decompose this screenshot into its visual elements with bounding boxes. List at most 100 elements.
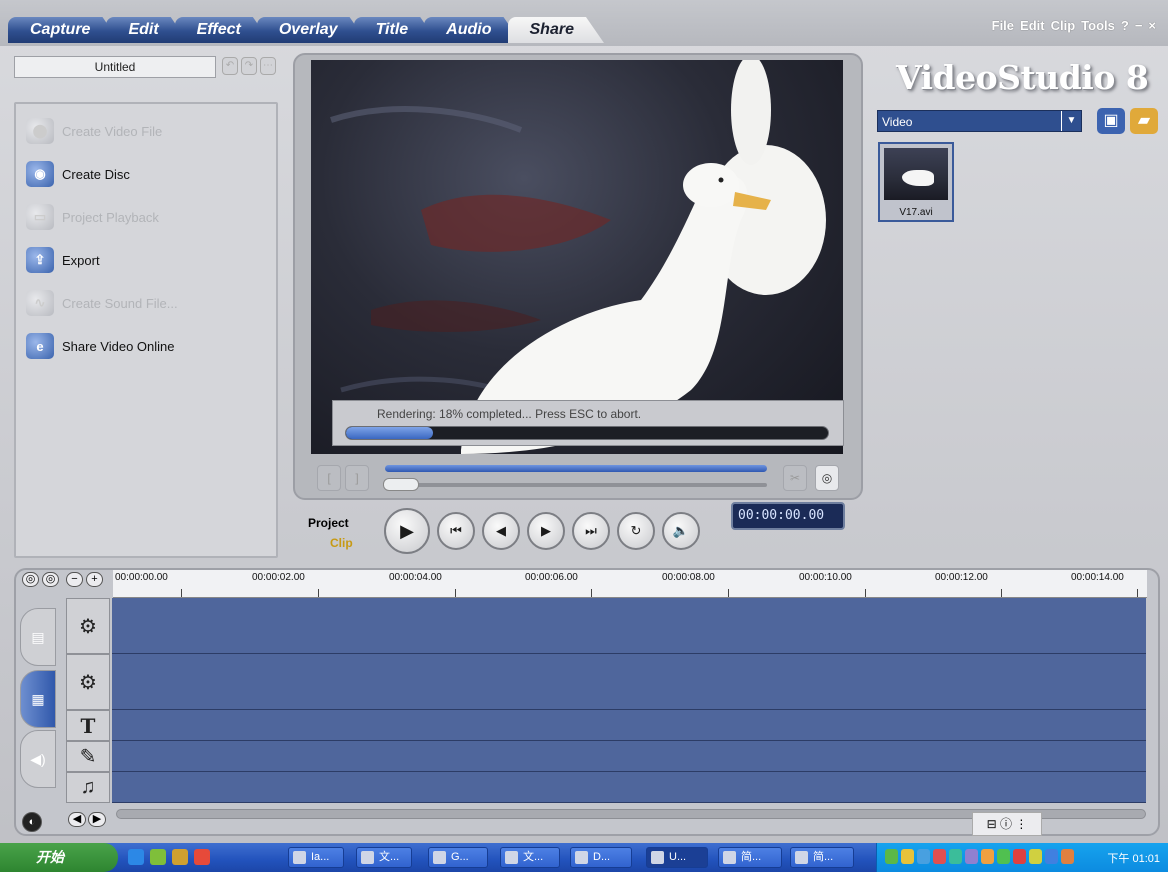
zoom-out-icon[interactable]: − (66, 572, 83, 587)
minimize-button[interactable]: − (1135, 18, 1143, 33)
voice-track[interactable] (112, 741, 1146, 772)
title-track[interactable] (112, 710, 1146, 741)
timeline-options-icon[interactable]: ◐ (22, 812, 42, 832)
quick-launch (128, 849, 210, 865)
menu-edit[interactable]: Edit (1020, 18, 1045, 33)
next-frame-icon[interactable]: ▶ (527, 512, 565, 550)
close-button[interactable]: × (1148, 18, 1156, 33)
app-icon[interactable] (150, 849, 166, 865)
taskbar-button[interactable]: D... (570, 847, 632, 868)
overlay-track-tab[interactable]: ▦ (20, 670, 56, 728)
end-icon[interactable]: ⏭ (572, 512, 610, 550)
redo-icon[interactable]: ↷ (241, 57, 257, 75)
scroll-left-icon[interactable]: ◀ (68, 812, 86, 827)
timecode-display[interactable]: 00:00:00.00 (731, 502, 845, 530)
video-track[interactable] (112, 598, 1146, 654)
scrub-track[interactable] (385, 483, 767, 487)
repeat-icon[interactable]: ↻ (617, 512, 655, 550)
ruler-label: 00:00:02.00 (252, 572, 305, 583)
storyboard-view-icon[interactable]: ◎ (22, 572, 39, 587)
step-tabs: Capture Edit Effect Overlay Title Audio … (8, 17, 590, 43)
taskbar-button[interactable]: U... (646, 847, 708, 868)
ruler-label: 00:00:10.00 (799, 572, 852, 583)
ruler-label: 00:00:00.00 (115, 572, 168, 583)
tab-effect[interactable]: Effect (175, 17, 271, 43)
project-playback-button[interactable]: ▭ Project Playback (26, 202, 159, 232)
menu-file[interactable]: File (992, 18, 1014, 33)
project-mode-label[interactable]: Project (308, 516, 349, 530)
taskbar-button[interactable]: 简... (718, 847, 782, 868)
zoom-in-icon[interactable]: + (86, 572, 103, 587)
disc-icon: ◉ (26, 161, 54, 187)
previous-frame-icon[interactable]: ◀ (482, 512, 520, 550)
start-button[interactable]: 开始 (0, 843, 118, 872)
taskbar-button[interactable]: Ia... (288, 847, 344, 868)
web-icon: e (26, 333, 54, 359)
thumbnail-image (884, 148, 948, 200)
ruler-label: 00:00:04.00 (389, 572, 442, 583)
system-tray: 下午 01:01 (876, 843, 1168, 872)
help-button[interactable]: ? (1121, 18, 1129, 33)
library-category-dropdown[interactable]: Video ▼ (877, 110, 1082, 132)
volume-icon[interactable]: 🔈 (662, 512, 700, 550)
folder-icon[interactable]: ▰ (1130, 108, 1158, 134)
create-sound-file-button[interactable]: ∿ Create Sound File... (26, 288, 178, 318)
chevron-down-icon[interactable]: ▼ (1061, 111, 1081, 131)
timeline-view-icon[interactable]: ◎ (42, 572, 59, 587)
scroll-right-icon[interactable]: ▶ (88, 812, 106, 827)
import-media-icon[interactable]: ▣ (1097, 108, 1125, 134)
sound-wave-icon: ∿ (26, 290, 54, 316)
home-icon[interactable]: ⏮ (437, 512, 475, 550)
ruler-label: 00:00:08.00 (662, 572, 715, 583)
video-track-tab[interactable]: ▤ (20, 608, 56, 666)
tab-overlay[interactable]: Overlay (257, 17, 368, 43)
scrub-area: [ ] ✂ ◎ (313, 460, 845, 494)
overlay-track[interactable] (112, 654, 1146, 710)
taskbar-button[interactable]: G... (428, 847, 488, 868)
snapshot-icon[interactable]: ◎ (815, 465, 839, 491)
ie-icon[interactable] (128, 849, 144, 865)
taskbar-button[interactable]: 文... (500, 847, 560, 868)
taskbar-button[interactable]: 文... (356, 847, 412, 868)
play-icon[interactable]: ▶ (384, 508, 430, 554)
render-status-overlay: Rendering: 18% completed... Press ESC to… (332, 400, 844, 446)
music-track[interactable] (112, 772, 1146, 803)
export-icon: ⇪ (26, 247, 54, 273)
ruler-label: 00:00:12.00 (935, 572, 988, 583)
video-preview (311, 60, 843, 454)
clip-mode-label[interactable]: Clip (330, 536, 353, 550)
menu-bar: File Edit Clip Tools ? − × (992, 18, 1156, 33)
ruler-label: 00:00:14.00 (1071, 572, 1124, 583)
ruler-label: 00:00:06.00 (525, 572, 578, 583)
render-progress-fill (346, 427, 433, 439)
menu-tools[interactable]: Tools (1081, 18, 1115, 33)
options-icon[interactable]: ⋯ (260, 57, 276, 75)
mark-in-icon[interactable]: [ (317, 465, 341, 491)
export-button[interactable]: ⇪ Export (26, 245, 100, 275)
film-icon: ▤ (31, 628, 45, 645)
timeline-zoom-control[interactable]: ⊟ ⓘ ⋮ (972, 812, 1042, 836)
folder-icon[interactable] (172, 849, 188, 865)
media-icon[interactable] (194, 849, 210, 865)
scrub-handle[interactable] (383, 478, 419, 491)
undo-icon[interactable]: ↶ (222, 57, 238, 75)
create-disc-button[interactable]: ◉ Create Disc (26, 159, 130, 189)
split-clip-icon[interactable]: ✂ (783, 465, 807, 491)
timeline-ruler[interactable]: 00:00:00.00 00:00:02.00 00:00:04.00 00:0… (113, 570, 1147, 598)
title-track-icon: T (66, 710, 110, 741)
audio-track-tab[interactable]: ◀) (20, 730, 56, 788)
library-category-value: Video (882, 115, 913, 129)
windows-taskbar: 开始 Ia... 文... G... 文... D... U... 简... 简… (0, 843, 1168, 872)
menu-clip[interactable]: Clip (1051, 18, 1076, 33)
create-video-file-button[interactable]: ⬤ Create Video File (26, 116, 162, 146)
library-thumbnail[interactable]: V17.avi (878, 142, 954, 222)
project-title-field[interactable]: Untitled (14, 56, 216, 78)
tab-share[interactable]: Share (508, 17, 604, 43)
voice-track-icon: ✎ (66, 741, 110, 772)
trim-bar[interactable] (385, 465, 767, 472)
mark-out-icon[interactable]: ] (345, 465, 369, 491)
taskbar-button[interactable]: 简... (790, 847, 854, 868)
tab-audio[interactable]: Audio (424, 17, 521, 43)
share-video-online-button[interactable]: e Share Video Online (26, 331, 175, 361)
tab-capture[interactable]: Capture (8, 17, 120, 43)
